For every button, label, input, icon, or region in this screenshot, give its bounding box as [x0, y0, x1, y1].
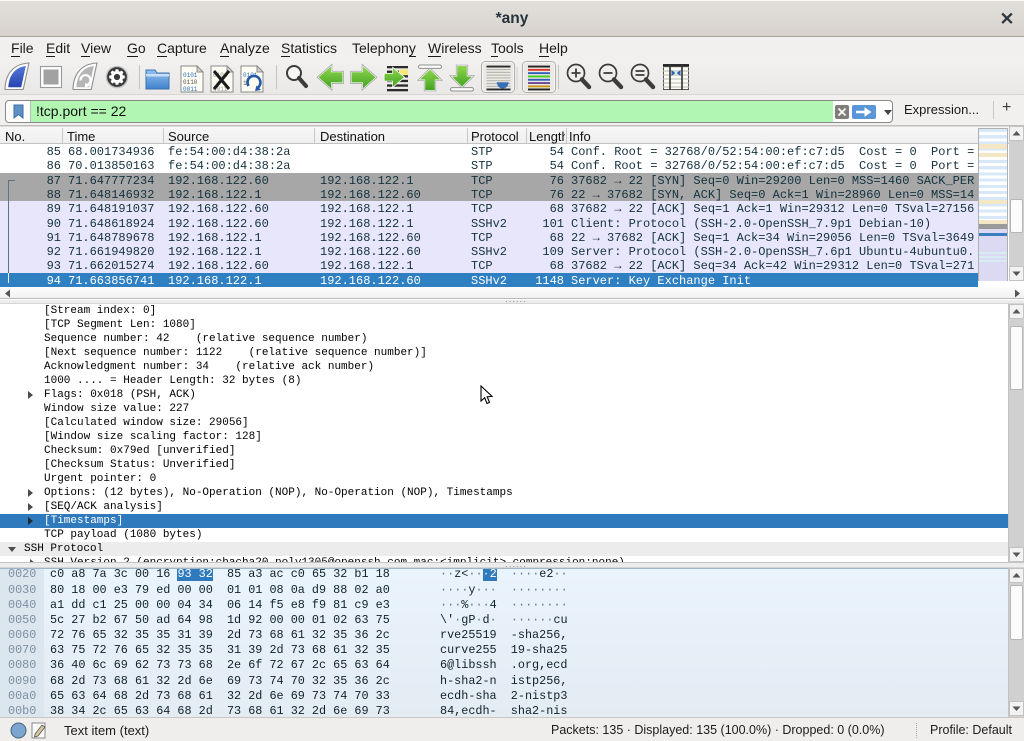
svg-text:0110: 0110	[183, 79, 198, 86]
svg-text:0011: 0011	[183, 86, 198, 93]
svg-text:0101: 0101	[183, 72, 198, 79]
